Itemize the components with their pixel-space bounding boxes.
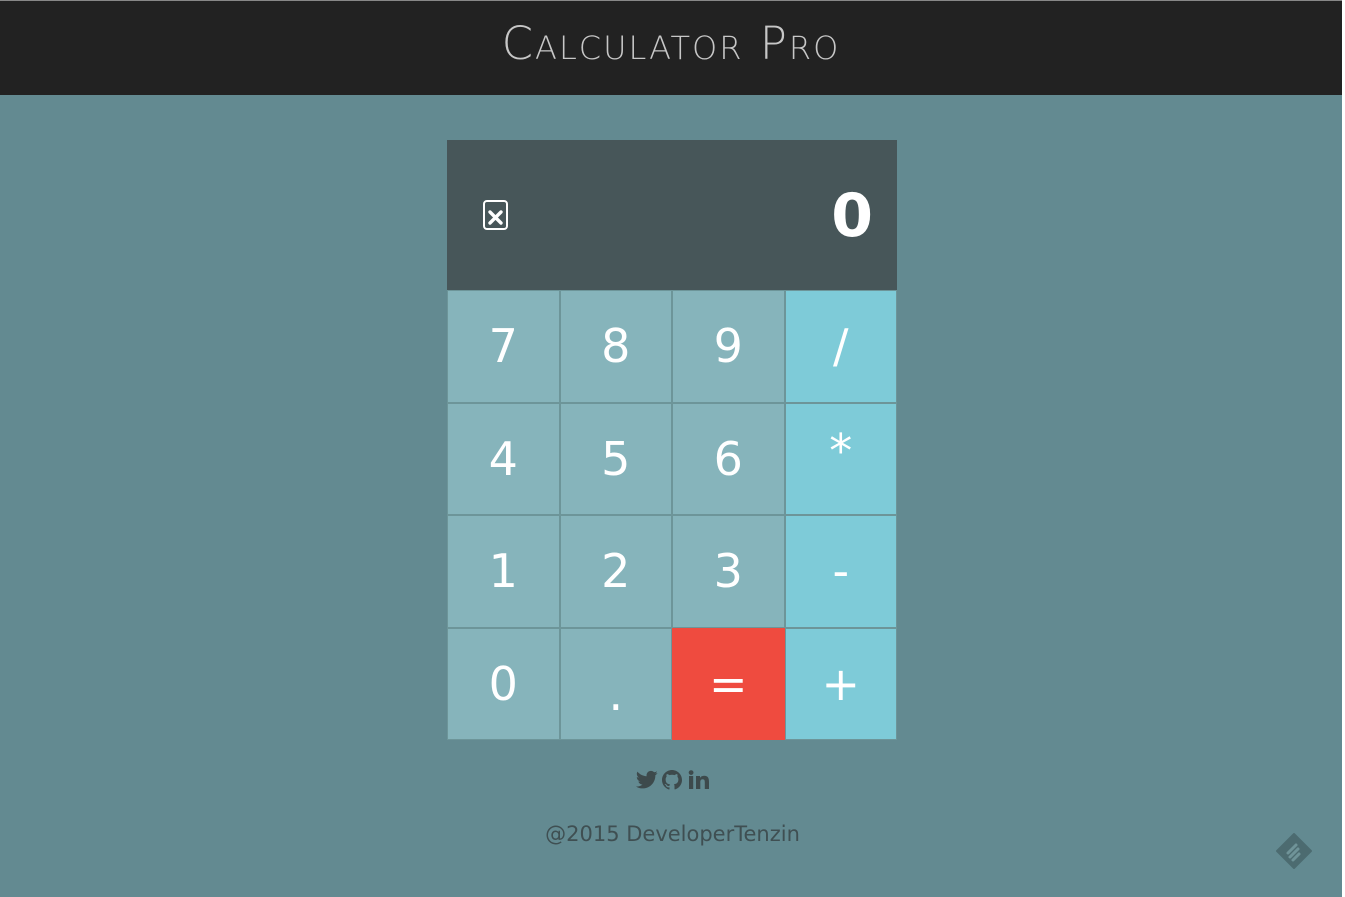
key-label: * [829, 423, 853, 478]
copyright-text: @2015 DeveloperTenzin [545, 822, 800, 846]
key-2[interactable]: 2 [559, 515, 672, 628]
key-label: . [608, 666, 624, 721]
key-label: 6 [713, 431, 743, 486]
key-7[interactable]: 7 [447, 290, 560, 403]
clear-button[interactable] [483, 200, 508, 230]
twitter-icon [635, 770, 658, 789]
key-0[interactable]: 0 [447, 627, 560, 740]
linkedin-link[interactable] [688, 766, 710, 794]
key-6[interactable]: 6 [672, 402, 785, 515]
close-square-icon [488, 209, 503, 225]
twitter-link[interactable] [635, 766, 658, 794]
key-label: 5 [601, 431, 631, 486]
github-link[interactable] [661, 766, 684, 794]
key-1[interactable]: 1 [447, 515, 560, 628]
key-9[interactable]: 9 [672, 290, 785, 403]
key-label: 3 [713, 544, 743, 599]
key-5[interactable]: 5 [559, 402, 672, 515]
header-bar: Calculator Pro [0, 0, 1342, 95]
key-label: 4 [488, 431, 518, 486]
key-label: 9 [713, 319, 743, 374]
key-subtract[interactable]: - [784, 515, 897, 628]
key-label: 2 [601, 544, 631, 599]
key-label: / [833, 319, 849, 374]
key-divide[interactable]: / [784, 290, 897, 403]
key-8[interactable]: 8 [559, 290, 672, 403]
key-label: 8 [601, 319, 631, 374]
key-label: + [821, 656, 861, 711]
key-label: - [832, 544, 850, 599]
key-equals[interactable]: = [672, 627, 785, 740]
key-3[interactable]: 3 [672, 515, 785, 628]
display-value: 0 [831, 181, 873, 251]
keypad: 7 8 9 / 4 5 6 * 1 2 3 - 0 . = + [447, 290, 897, 740]
key-label: 7 [488, 319, 518, 374]
app-title: Calculator Pro [501, 17, 841, 70]
key-label: 0 [488, 656, 518, 711]
github-icon [661, 770, 682, 790]
linkedin-icon [688, 770, 709, 789]
calculator: 0 7 8 9 / 4 5 6 * 1 2 3 - 0 . = + [447, 140, 897, 740]
key-decimal[interactable]: . [559, 627, 672, 740]
key-4[interactable]: 4 [447, 402, 560, 515]
feedly-badge-icon[interactable] [1275, 832, 1313, 870]
social-links [0, 766, 1345, 794]
key-add[interactable]: + [784, 627, 897, 740]
key-label: 1 [488, 544, 518, 599]
calculator-display: 0 [447, 140, 897, 290]
key-multiply[interactable]: * [784, 402, 897, 515]
key-label: = [708, 656, 748, 711]
